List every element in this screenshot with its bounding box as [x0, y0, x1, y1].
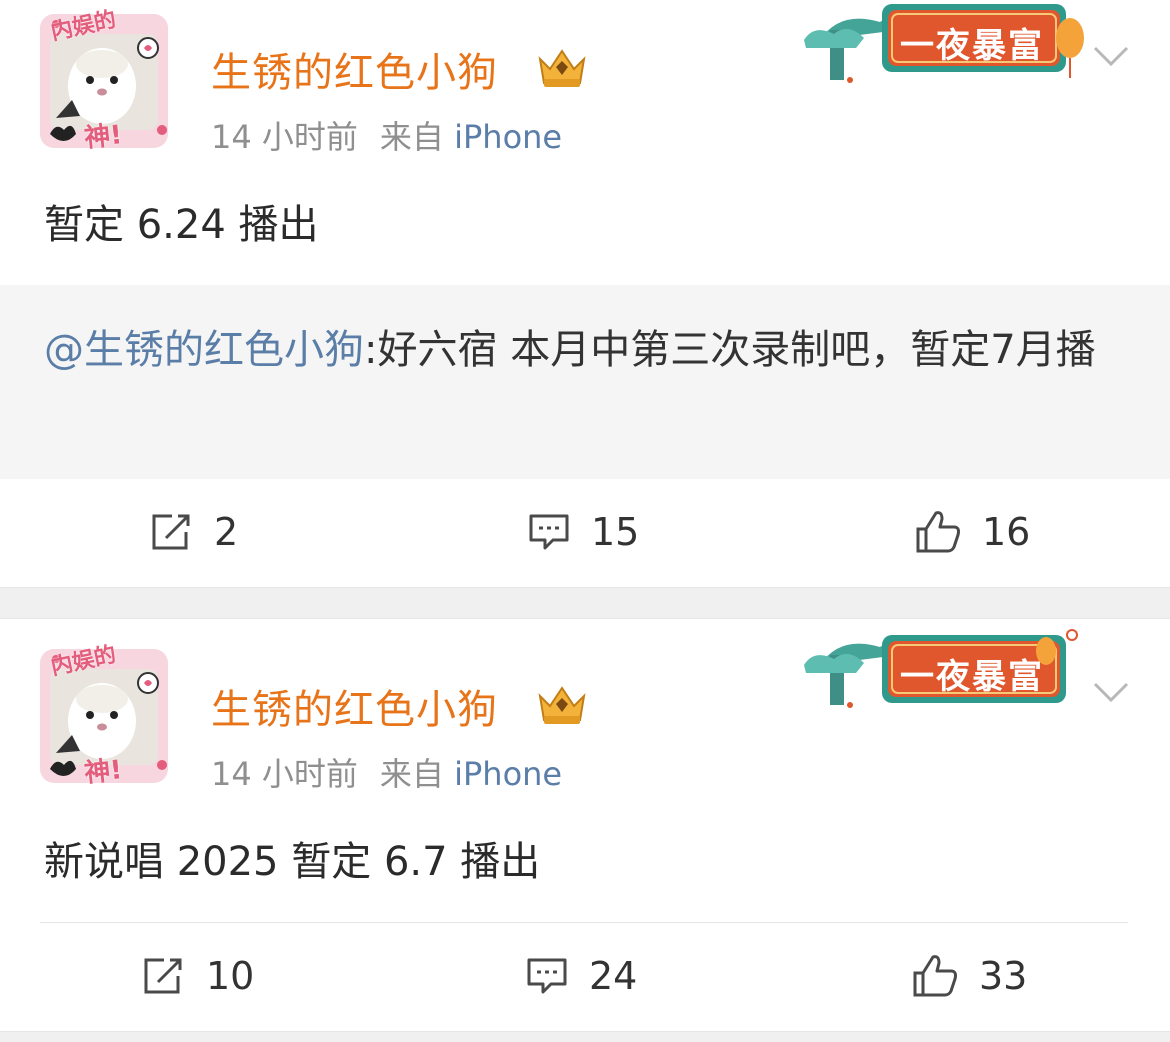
- feed-post: 内娱的 神! 生锈的红色小狗 14 小时前 来自 iPhone 一夜暴富 新说唱 …: [0, 619, 1170, 1031]
- repost-content: @生锈的红色小狗:好六宿 本月中第三次录制吧，暂定7月播: [44, 318, 1124, 382]
- crown-badge-icon[interactable]: [534, 682, 590, 726]
- source-link[interactable]: iPhone: [454, 118, 562, 156]
- post-time: 14 小时前: [211, 118, 358, 156]
- username[interactable]: 生锈的红色小狗: [211, 40, 498, 98]
- repost-text: :好六宿 本月中第三次录制吧，暂定7月播: [364, 327, 1096, 373]
- source-link[interactable]: iPhone: [454, 755, 562, 793]
- action-bar: 2 15 16: [0, 482, 1170, 582]
- feed-separator: [0, 587, 1170, 619]
- like-button[interactable]: 16: [914, 482, 1030, 582]
- post-time: 14 小时前: [211, 755, 358, 793]
- chevron-down-icon[interactable]: [1092, 44, 1130, 68]
- share-count: 10: [206, 954, 255, 998]
- like-button[interactable]: 33: [911, 926, 1027, 1026]
- source-prefix: 来自: [379, 118, 444, 156]
- action-bar: 10 24 33: [0, 926, 1170, 1026]
- comment-button[interactable]: 15: [527, 482, 639, 582]
- like-icon: [913, 955, 957, 997]
- share-button[interactable]: 2: [150, 482, 238, 582]
- post-text: 新说唱 2025 暂定 6.7 播出: [44, 839, 541, 885]
- post-meta: 14 小时前 来自 iPhone: [211, 749, 562, 795]
- crown-badge-icon[interactable]: [534, 45, 590, 89]
- like-count: 33: [979, 954, 1028, 998]
- comment-icon: [527, 958, 567, 994]
- mention-link[interactable]: @生锈的红色小狗: [44, 327, 364, 373]
- repost-box[interactable]: [0, 285, 1170, 479]
- avatar-bottom-text: 神!: [82, 120, 124, 154]
- post-meta: 14 小时前 来自 iPhone: [211, 112, 562, 158]
- comment-icon: [529, 514, 569, 550]
- comment-button[interactable]: 24: [525, 926, 637, 1026]
- share-count: 2: [214, 510, 239, 554]
- avatar-bottom-text: 神!: [82, 755, 124, 789]
- post-text: 暂定 6.24 播出: [44, 202, 319, 248]
- banner-text: 一夜暴富: [900, 657, 1044, 697]
- chevron-down-icon[interactable]: [1092, 680, 1130, 704]
- feed-post: 内娱的 神! 生锈的红色小狗 14 小时前 来自 iPhone 一夜暴富 暂定 6…: [0, 0, 1170, 587]
- source-prefix: 来自: [379, 755, 444, 793]
- username[interactable]: 生锈的红色小狗: [211, 677, 498, 735]
- share-icon: [152, 514, 190, 550]
- comment-count: 15: [591, 510, 640, 554]
- share-icon: [144, 958, 182, 994]
- like-count: 16: [982, 510, 1031, 554]
- share-button[interactable]: 10: [142, 926, 254, 1026]
- like-icon: [916, 511, 960, 553]
- feed-separator: [0, 1031, 1170, 1042]
- banner-text: 一夜暴富: [900, 26, 1044, 66]
- comment-count: 24: [589, 954, 638, 998]
- divider: [40, 922, 1128, 923]
